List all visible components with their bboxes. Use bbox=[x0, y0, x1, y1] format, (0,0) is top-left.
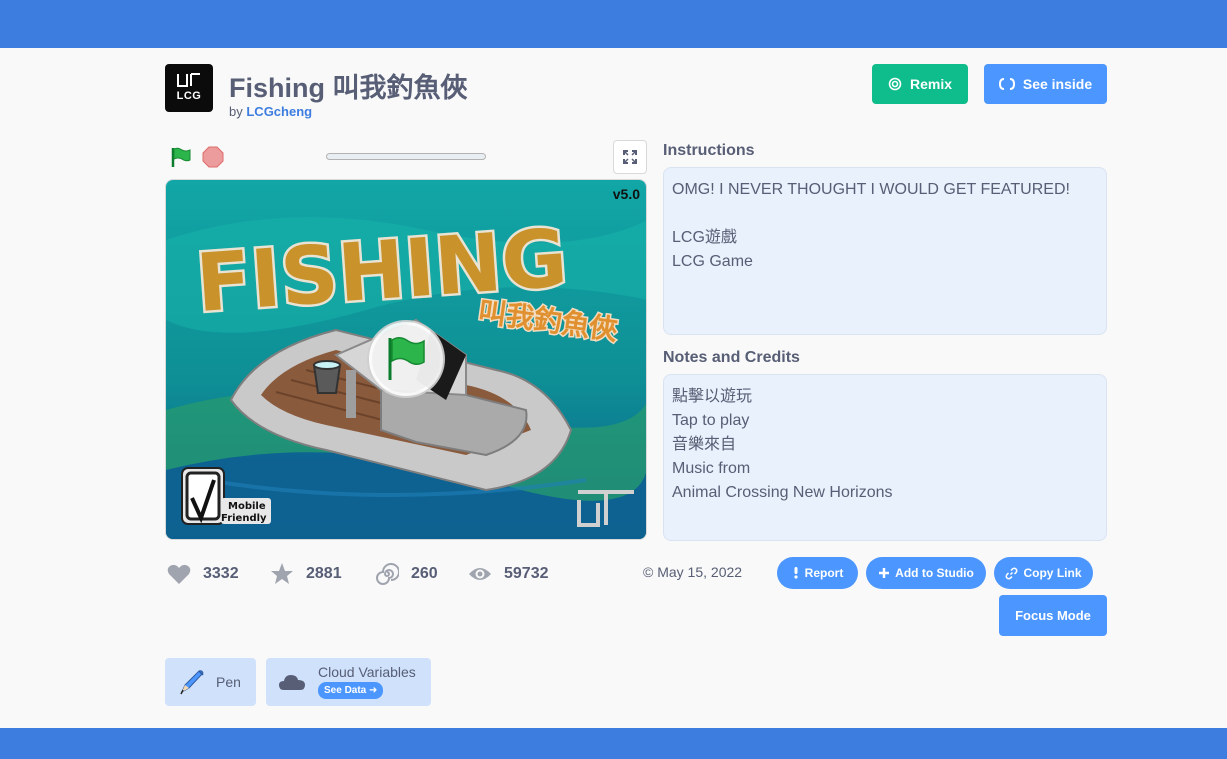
pen-label: Pen bbox=[216, 674, 241, 690]
badge-line2: Friendly bbox=[221, 513, 267, 524]
date-text: May 15, 2022 bbox=[657, 564, 743, 580]
instructions-line: LCG遊戲 bbox=[672, 229, 737, 246]
version-label: v5.0 bbox=[612, 186, 640, 202]
stage-green-flag-overlay[interactable] bbox=[367, 320, 445, 398]
top-nav-bar bbox=[0, 0, 1227, 48]
instructions-line: LCG Game bbox=[672, 253, 753, 270]
instructions-box: OMG! I NEVER THOUGHT I WOULD GET FEATURE… bbox=[663, 167, 1107, 335]
fullscreen-button[interactable] bbox=[613, 140, 647, 174]
remix-stat: 260 bbox=[375, 562, 438, 586]
notes-line: Tap to play bbox=[672, 412, 750, 429]
stage-artwork: FISHING 叫我釣魚俠 Mobile Friendly bbox=[166, 180, 646, 539]
notes-heading: Notes and Credits bbox=[663, 349, 800, 366]
add-to-studio-button[interactable]: Add to Studio bbox=[866, 557, 986, 589]
star-icon bbox=[271, 563, 293, 584]
add-to-studio-label: Add to Studio bbox=[895, 566, 974, 580]
remix-count: 260 bbox=[411, 565, 438, 582]
heart-icon bbox=[167, 564, 191, 584]
notes-line: Animal Crossing New Horizons bbox=[672, 484, 893, 501]
love-stat[interactable]: 3332 bbox=[167, 562, 239, 586]
see-inside-button[interactable]: See inside bbox=[984, 64, 1107, 104]
stop-icon[interactable] bbox=[202, 146, 224, 168]
eye-icon bbox=[469, 568, 491, 580]
favorite-stat[interactable]: 2881 bbox=[270, 562, 342, 586]
logo-text: LCG bbox=[176, 90, 202, 102]
loading-progress-bar bbox=[326, 153, 486, 160]
see-inside-label: See inside bbox=[1022, 76, 1093, 92]
exclamation-icon bbox=[794, 567, 798, 579]
badge-line1: Mobile bbox=[228, 501, 266, 512]
see-data-label: See Data bbox=[324, 685, 367, 696]
project-title: Fishing 叫我釣魚俠 bbox=[229, 73, 468, 103]
views-stat: 59732 bbox=[468, 562, 549, 586]
author-link[interactable]: LCGcheng bbox=[246, 104, 312, 119]
share-date: © May 15, 2022 bbox=[643, 564, 742, 580]
love-count: 3332 bbox=[203, 565, 239, 582]
lcg-logo-icon bbox=[177, 73, 200, 87]
views-count: 59732 bbox=[504, 565, 549, 582]
report-label: Report bbox=[804, 566, 844, 580]
notes-line: 點擊以遊玩 bbox=[672, 388, 753, 405]
notes-line: Music from bbox=[672, 460, 751, 477]
remix-icon bbox=[888, 77, 902, 91]
cloud-icon bbox=[279, 675, 305, 690]
footer-bar bbox=[0, 728, 1227, 759]
by-prefix: by bbox=[229, 104, 243, 119]
see-data-button[interactable]: See Data ➜ bbox=[318, 682, 384, 699]
cloud-variables-label: Cloud Variables bbox=[318, 664, 416, 680]
remix-label: Remix bbox=[909, 76, 953, 92]
focus-mode-button[interactable]: Focus Mode bbox=[999, 595, 1107, 636]
notes-box: 點擊以遊玩 Tap to play 音樂來自 Music from Animal… bbox=[663, 374, 1107, 541]
remix-spiral-icon bbox=[376, 563, 399, 585]
plus-icon bbox=[879, 568, 890, 578]
report-button[interactable]: Report bbox=[777, 557, 858, 589]
code-icon bbox=[998, 78, 1015, 90]
notes-line: 音樂來自 bbox=[672, 436, 737, 453]
cloud-extension-chip: Cloud Variables See Data ➜ bbox=[266, 658, 431, 706]
byline: by LCGcheng bbox=[229, 104, 312, 119]
copyright-icon: © bbox=[643, 564, 654, 580]
instructions-line bbox=[672, 202, 1098, 226]
game-stage[interactable]: FISHING 叫我釣魚俠 Mobile Friendly v5.0 bbox=[165, 179, 647, 540]
fullscreen-icon bbox=[623, 150, 637, 164]
instructions-heading: Instructions bbox=[663, 142, 755, 159]
copy-link-label: Copy Link bbox=[1023, 566, 1082, 580]
author-avatar[interactable]: LCG bbox=[165, 64, 213, 112]
instructions-line: OMG! I NEVER THOUGHT I WOULD GET FEATURE… bbox=[672, 181, 1070, 198]
copy-link-button[interactable]: Copy Link bbox=[994, 557, 1093, 589]
green-flag-icon[interactable] bbox=[169, 145, 193, 169]
remix-button[interactable]: Remix bbox=[872, 64, 968, 104]
link-icon bbox=[1005, 567, 1018, 579]
arrow-right-icon: ➜ bbox=[369, 685, 378, 696]
favorite-count: 2881 bbox=[306, 565, 342, 582]
pen-icon bbox=[180, 670, 204, 695]
pen-extension-chip: Pen bbox=[165, 658, 256, 706]
